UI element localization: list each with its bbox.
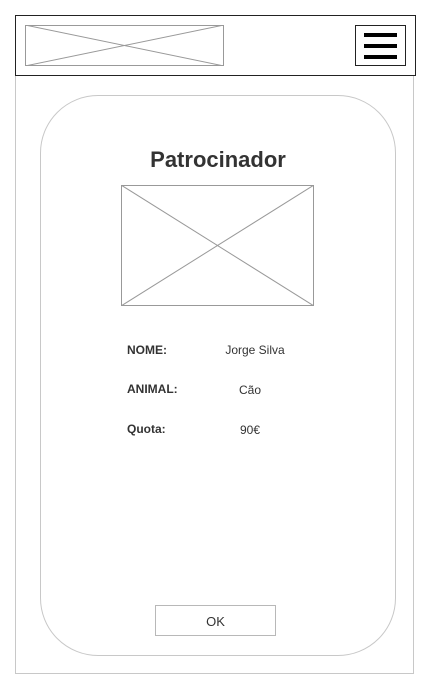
name-value: Jorge Silva: [225, 343, 285, 357]
header-bar: [15, 15, 416, 76]
quota-value: 90€: [239, 423, 261, 437]
quota-label: Quota:: [127, 422, 166, 436]
animal-label: ANIMAL:: [127, 382, 178, 396]
card-title: Patrocinador: [150, 147, 286, 172]
ok-button[interactable]: OK: [155, 605, 276, 636]
logo-placeholder-icon: [25, 25, 224, 66]
hamburger-menu-icon: [364, 44, 397, 48]
sponsor-card: [40, 95, 396, 656]
name-label: NOME:: [127, 343, 167, 357]
hamburger-menu-icon: [364, 55, 397, 59]
hamburger-menu-icon: [364, 33, 397, 37]
sponsor-image-placeholder-icon: [121, 185, 314, 306]
hamburger-menu-button[interactable]: [355, 25, 406, 66]
animal-value: Cão: [238, 383, 261, 397]
